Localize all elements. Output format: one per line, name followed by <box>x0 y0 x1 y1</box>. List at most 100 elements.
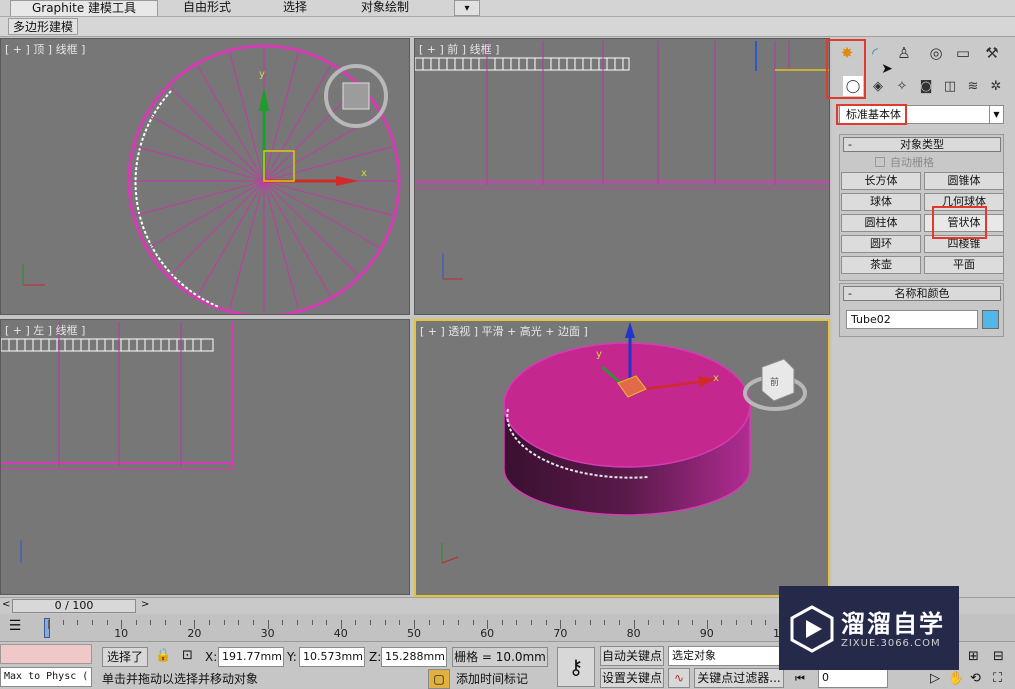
object-type-header[interactable]: - 对象类型 <box>843 137 1001 152</box>
object-color-swatch[interactable] <box>982 310 999 329</box>
utilities-icon[interactable]: ⚒ <box>981 42 1003 64</box>
timeline-tick <box>135 620 137 625</box>
time-slider[interactable]: 0 / 100 <box>12 599 136 613</box>
plane-button[interactable]: 平面 <box>924 256 1004 274</box>
auto-key-button[interactable]: 自动关键点 <box>600 646 664 666</box>
watermark-title: 溜溜自学 <box>841 610 945 638</box>
orbit-icon[interactable]: ⟲ <box>970 670 981 688</box>
axis-x-label: x <box>713 373 719 384</box>
chevron-down-icon[interactable]: ▼ <box>989 106 1003 123</box>
box-button[interactable]: 长方体 <box>841 172 921 190</box>
collapse-icon: - <box>848 138 852 151</box>
timeline-tick <box>77 620 79 625</box>
timeline-tick-label: 80 <box>626 627 641 640</box>
current-frame-field[interactable]: 0 <box>818 668 888 688</box>
tab-freeform[interactable]: 自由形式 <box>172 0 242 16</box>
z-coord-field[interactable]: 15.288mm <box>381 647 447 667</box>
absolute-mode-icon[interactable]: ⊡ <box>182 647 193 665</box>
maxscript-listener-top[interactable] <box>0 644 92 664</box>
timeline-tick <box>296 620 298 625</box>
key-tangent-icon[interactable]: ∿ <box>668 668 690 688</box>
goto-start-icon[interactable]: ⏮ <box>795 670 805 688</box>
viewport-front[interactable]: [ + ] 前 ] 线框 ] <box>414 38 830 315</box>
tab-graphite[interactable]: Graphite 建模工具 <box>10 0 158 16</box>
name-color-header[interactable]: - 名称和颜色 <box>843 286 1001 301</box>
shapes-icon[interactable]: ◈ <box>868 76 888 96</box>
timeline-tick <box>106 620 108 625</box>
viewport-top-label[interactable]: [ + ] 顶 ] 线框 ] <box>5 41 85 57</box>
left-view-scene <box>1 322 234 563</box>
autogrid-label: 自动栅格 <box>890 156 934 169</box>
maxscript-listener[interactable]: Max to Physc ( <box>0 667 92 687</box>
geometry-icon[interactable]: ◯ <box>843 76 863 96</box>
timeline-tick <box>736 620 738 625</box>
timeline-tick-label: 40 <box>333 627 348 640</box>
tab-object-paint[interactable]: 对象绘制 <box>350 0 420 16</box>
key-filters-button[interactable]: 关键点过滤器... <box>694 668 784 688</box>
perspective-view-scene: y x 前 <box>441 322 807 564</box>
pan-icon[interactable]: ✋ <box>948 670 964 688</box>
timeline-tick <box>677 620 679 625</box>
watermark-subtitle: ZIXUE.3066.COM <box>841 638 941 649</box>
timeline-tick <box>252 620 254 625</box>
selection-status: 选择了 <box>102 647 148 667</box>
object-type-title: 对象类型 <box>900 138 944 151</box>
ribbon-options-dropdown[interactable]: ▾ <box>454 0 480 16</box>
viewport-perspective-label[interactable]: [ + ] 透视 ] 平滑 + 高光 + 边面 ] <box>420 323 588 339</box>
time-tag-icon[interactable]: ▢ <box>428 669 450 689</box>
timeline-marker[interactable] <box>44 618 50 638</box>
zoom-all-icon[interactable]: ⊟ <box>993 648 1004 666</box>
timeline-tick <box>62 620 64 625</box>
zoom-extents-icon[interactable]: ⊞ <box>968 648 979 666</box>
top-view-scene: y x <box>22 44 401 314</box>
systems-icon[interactable]: ✲ <box>986 76 1006 96</box>
torus-button[interactable]: 圆环 <box>841 235 921 253</box>
cone-button[interactable]: 圆锥体 <box>924 172 1004 190</box>
tube-highlight <box>932 206 987 239</box>
set-key-button[interactable]: 设置关键点 <box>600 668 664 688</box>
sphere-button[interactable]: 球体 <box>841 193 921 211</box>
timeline-tick <box>692 620 694 625</box>
key-mode-dropdown[interactable]: 选定对象 <box>668 646 780 666</box>
y-coord-field[interactable]: 10.573mm <box>299 647 365 667</box>
viewport-perspective[interactable]: y x 前 [ + ] 透视 ] 平滑 + 高光 + 边面 ] <box>414 319 830 597</box>
prev-frame-button[interactable]: < <box>2 599 10 610</box>
lock-icon[interactable]: 🔒 <box>155 647 171 665</box>
maximize-viewport-icon[interactable]: ⛶ <box>993 670 1002 688</box>
spacewarps-icon[interactable]: ≋ <box>963 76 983 96</box>
play-icon[interactable]: ▷ <box>930 670 940 688</box>
prompt-line: 单击并拖动以选择并移动对象 <box>102 672 259 686</box>
viewport-left-label[interactable]: [ + ] 左 ] 线框 ] <box>5 322 85 338</box>
front-view-scene <box>415 41 829 280</box>
next-frame-button[interactable]: > <box>141 599 149 610</box>
display-icon[interactable]: ▭ <box>952 42 974 64</box>
cameras-icon[interactable]: ◙ <box>916 76 936 96</box>
curve-editor-icon[interactable]: ☰ <box>2 618 28 638</box>
cylinder-button[interactable]: 圆柱体 <box>841 214 921 232</box>
autogrid-checkbox[interactable]: 自动栅格 <box>875 154 934 170</box>
timeline-tick <box>575 620 577 625</box>
viewport-left[interactable]: [ + ] 左 ] 线框 ] <box>0 319 410 595</box>
polygon-modeling-button[interactable]: 多边形建模 <box>8 18 79 35</box>
timeline-tick <box>326 620 328 625</box>
timeline-tick <box>604 620 606 625</box>
helpers-icon[interactable]: ◫ <box>940 76 960 96</box>
teapot-button[interactable]: 茶壶 <box>841 256 921 274</box>
timeline-tick <box>721 620 723 625</box>
viewport-top[interactable]: y x [ + ] 顶 ] 线框 ] <box>0 38 410 315</box>
timeline-tick <box>501 620 503 625</box>
object-name-field[interactable]: Tube02 <box>846 310 978 329</box>
timeline-tick <box>384 620 386 625</box>
motion-icon[interactable]: ◎ <box>925 42 947 64</box>
timeline-tick <box>179 620 181 625</box>
lights-icon[interactable]: ✧ <box>892 76 912 96</box>
viewport-front-label[interactable]: [ + ] 前 ] 线框 ] <box>419 41 499 57</box>
tab-selection[interactable]: 选择 <box>270 0 320 16</box>
key-icon[interactable]: ⚷ <box>557 647 595 687</box>
x-coord-field[interactable]: 191.77mm <box>218 647 284 667</box>
timeline-tick-label: 70 <box>553 627 568 640</box>
timeline-tick-label: 50 <box>407 627 421 640</box>
add-time-tag[interactable]: 添加时间标记 <box>456 670 528 688</box>
timeline-tick-label: 60 <box>480 627 495 640</box>
timeline-tick <box>662 620 664 625</box>
